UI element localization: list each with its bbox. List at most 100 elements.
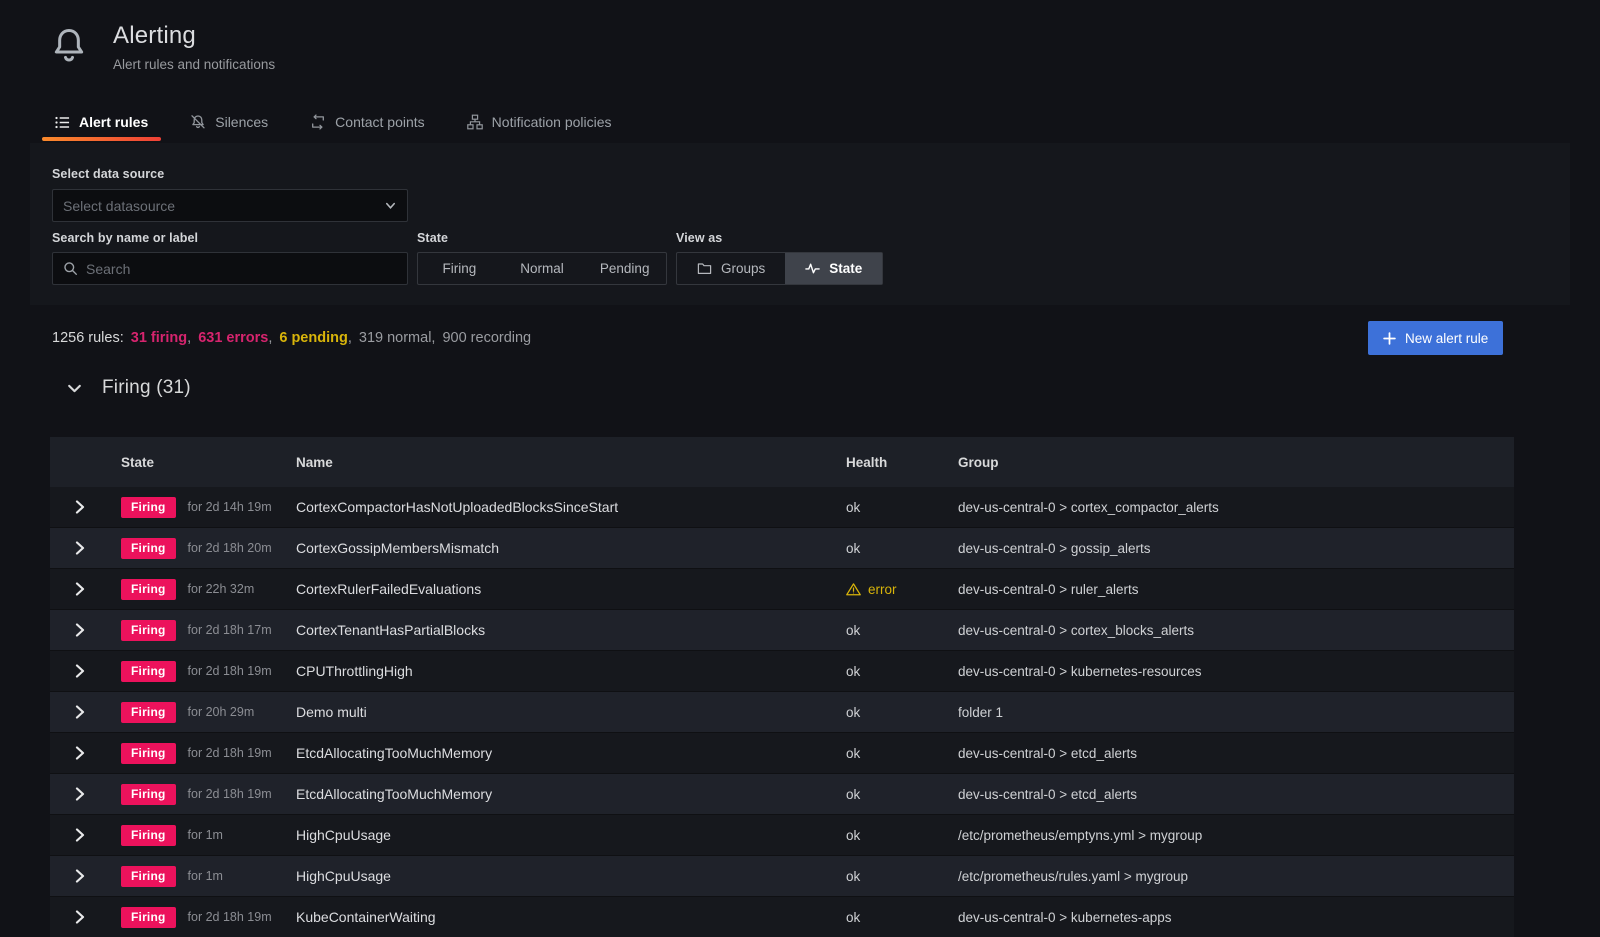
firing-duration: for 2d 14h 19m xyxy=(188,500,272,514)
expand-cell xyxy=(50,701,110,723)
collapse-chevron-icon[interactable] xyxy=(64,378,85,399)
firing-duration: for 2d 18h 19m xyxy=(188,910,272,924)
firing-duration: for 2d 18h 19m xyxy=(188,664,272,678)
health-status: ok xyxy=(846,664,860,679)
health-status: ok xyxy=(846,623,860,638)
rule-name: EtcdAllocatingTooMuchMemory xyxy=(296,745,846,761)
health-cell: ok xyxy=(846,869,958,884)
rule-group: /etc/prometheus/emptyns.yml > mygroup xyxy=(958,828,1514,843)
pulse-icon xyxy=(805,261,820,276)
firing-duration: for 22h 32m xyxy=(188,582,255,596)
firing-state-badge: Firing xyxy=(121,866,176,887)
expand-cell xyxy=(50,824,110,846)
expand-row-button[interactable] xyxy=(69,824,91,846)
bell-slash-icon xyxy=(190,114,206,130)
expand-cell xyxy=(50,660,110,682)
rule-name: CortexCompactorHasNotUploadedBlocksSince… xyxy=(296,499,846,515)
state-cell: Firing for 2d 18h 17m xyxy=(110,620,296,641)
state-cell: Firing for 22h 32m xyxy=(110,579,296,600)
tab-label: Notification policies xyxy=(492,114,612,130)
rule-name: EtcdAllocatingTooMuchMemory xyxy=(296,786,846,802)
health-cell: ok xyxy=(846,623,958,638)
health-cell: ok xyxy=(846,828,958,843)
rule-group: dev-us-central-0 > cortex_compactor_aler… xyxy=(958,500,1514,515)
rules-table-body: Firing for 2d 14h 19m CortexCompactorHas… xyxy=(50,487,1514,937)
expand-row-button[interactable] xyxy=(69,906,91,928)
expand-row-button[interactable] xyxy=(69,742,91,764)
firing-state-badge: Firing xyxy=(121,784,176,805)
separator: , xyxy=(348,330,352,346)
rule-group: dev-us-central-0 > ruler_alerts xyxy=(958,582,1514,597)
health-status: ok xyxy=(846,910,860,925)
table-row: Firing for 2d 18h 19m EtcdAllocatingTooM… xyxy=(50,774,1514,815)
state-cell: Firing for 2d 18h 19m xyxy=(110,784,296,805)
firing-duration: for 2d 18h 19m xyxy=(188,787,272,801)
rule-group: folder 1 xyxy=(958,705,1514,720)
alerting-bell-icon xyxy=(50,24,88,68)
view-as-group: Groups State xyxy=(676,252,883,285)
page-header: Alerting Alert rules and notifications xyxy=(50,22,275,72)
expand-row-button[interactable] xyxy=(69,865,91,887)
state-cell: Firing for 2d 18h 19m xyxy=(110,661,296,682)
tab-contact-points[interactable]: Contact points xyxy=(297,108,438,144)
rules-summary: 1256 rules:31 firing,631 errors,6 pendin… xyxy=(52,330,531,346)
state-cell: Firing for 20h 29m xyxy=(110,702,296,723)
datasource-select[interactable]: Select datasource xyxy=(52,189,408,222)
expand-row-button[interactable] xyxy=(69,783,91,805)
tab-alert-rules[interactable]: Alert rules xyxy=(42,108,161,144)
table-row: Firing for 2d 18h 19m KubeContainerWaiti… xyxy=(50,897,1514,937)
health-status: ok xyxy=(846,705,860,720)
rules-table: State Name Health Group Firing for 2d 14… xyxy=(50,437,1514,937)
firing-duration: for 1m xyxy=(188,828,223,842)
view-as-state-button[interactable]: State xyxy=(785,253,882,284)
health-cell: ok xyxy=(846,910,958,925)
expand-cell xyxy=(50,537,110,559)
expand-cell xyxy=(50,578,110,600)
state-option-pending[interactable]: Pending xyxy=(583,253,666,284)
rule-name: KubeContainerWaiting xyxy=(296,909,846,925)
state-cell: Firing for 2d 18h 19m xyxy=(110,743,296,764)
view-as-groups-button[interactable]: Groups xyxy=(677,253,785,284)
health-status: ok xyxy=(846,869,860,884)
expand-row-button[interactable] xyxy=(69,578,91,600)
expand-row-button[interactable] xyxy=(69,619,91,641)
firing-state-badge: Firing xyxy=(121,538,176,559)
chevron-down-icon xyxy=(384,199,397,212)
rule-group: dev-us-central-0 > kubernetes-resources xyxy=(958,664,1514,679)
expand-row-button[interactable] xyxy=(69,496,91,518)
state-option-normal[interactable]: Normal xyxy=(501,253,584,284)
expand-row-button[interactable] xyxy=(69,660,91,682)
rule-group: dev-us-central-0 > etcd_alerts xyxy=(958,787,1514,802)
expand-cell xyxy=(50,906,110,928)
separator: , xyxy=(431,330,435,346)
expand-cell xyxy=(50,865,110,887)
tab-silences[interactable]: Silences xyxy=(177,108,281,144)
firing-duration: for 2d 18h 19m xyxy=(188,746,272,760)
expand-row-button[interactable] xyxy=(69,701,91,723)
firing-state-badge: Firing xyxy=(121,825,176,846)
rule-name: CortexGossipMembersMismatch xyxy=(296,540,846,556)
folder-icon xyxy=(697,261,712,276)
table-row: Firing for 22h 32m CortexRulerFailedEval… xyxy=(50,569,1514,610)
expand-row-button[interactable] xyxy=(69,537,91,559)
search-input[interactable] xyxy=(86,261,397,277)
summary-recording: 900 recording xyxy=(442,330,531,346)
summary-normal: 319 normal xyxy=(359,330,432,346)
state-filter-label: State xyxy=(417,231,448,245)
tab-bar: Alert rules Silences Contact points xyxy=(42,108,625,144)
new-alert-rule-button[interactable]: New alert rule xyxy=(1368,321,1503,355)
page-title: Alerting xyxy=(113,22,275,50)
rule-group: dev-us-central-0 > kubernetes-apps xyxy=(958,910,1514,925)
firing-duration: for 1m xyxy=(188,869,223,883)
health-cell: ok xyxy=(846,746,958,761)
tab-notification-policies[interactable]: Notification policies xyxy=(454,108,625,144)
tab-label: Contact points xyxy=(335,114,425,130)
separator: , xyxy=(268,330,272,346)
health-cell: ok xyxy=(846,705,958,720)
state-option-firing[interactable]: Firing xyxy=(418,253,501,284)
datasource-placeholder: Select datasource xyxy=(63,198,175,214)
state-cell: Firing for 2d 14h 19m xyxy=(110,497,296,518)
table-row: Firing for 2d 18h 17m CortexTenantHasPar… xyxy=(50,610,1514,651)
firing-state-badge: Firing xyxy=(121,620,176,641)
health-cell: error xyxy=(846,582,958,597)
